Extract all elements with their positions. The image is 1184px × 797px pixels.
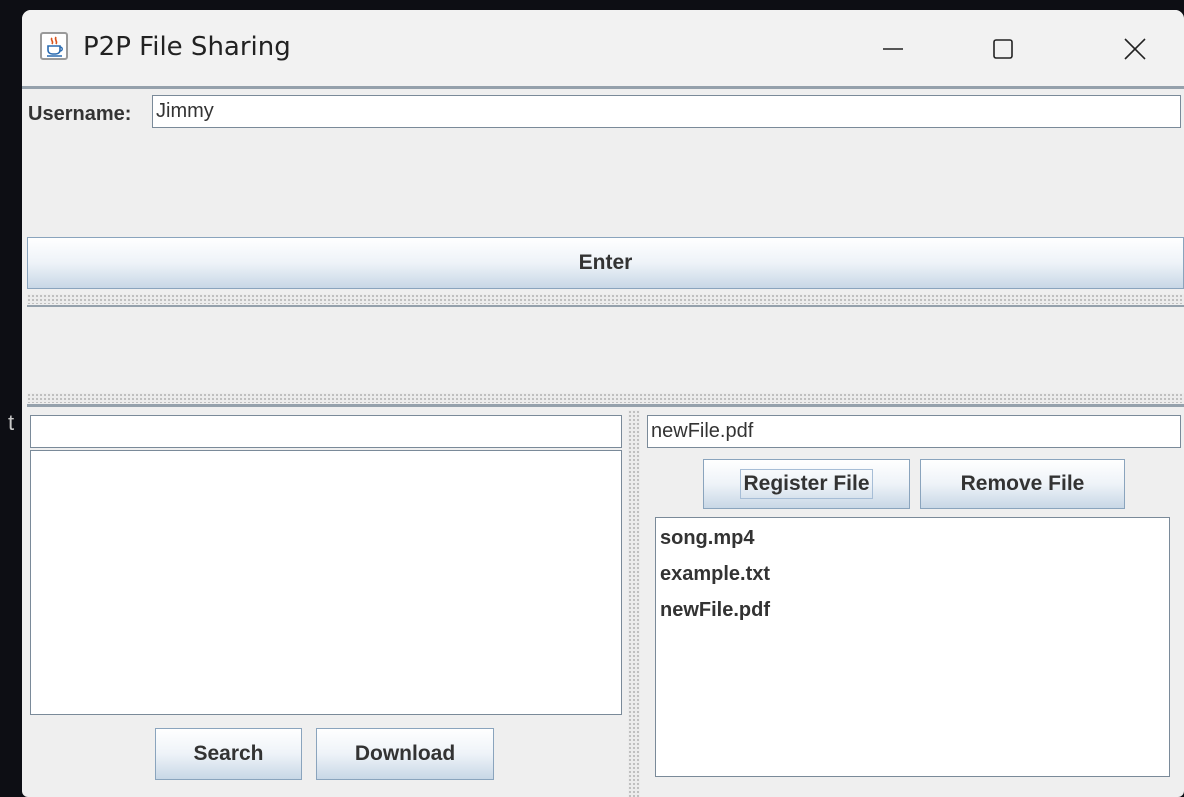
registered-files-list[interactable]: song.mp4 example.txt newFile.pdf [655,517,1170,777]
register-file-button[interactable]: Register File [703,459,910,509]
titlebar-divider [22,86,1184,89]
username-field[interactable]: Jimmy [152,95,1181,128]
app-window: P2P File Sharing Username: Jimmy Enter S… [22,10,1184,797]
list-item[interactable]: example.txt [660,563,770,586]
search-results-list[interactable] [30,450,622,715]
minimize-icon [883,48,903,50]
remove-file-button[interactable]: Remove File [920,459,1125,509]
list-item[interactable]: song.mp4 [660,527,754,550]
search-input[interactable] [30,415,622,448]
search-button[interactable]: Search [155,728,302,780]
file-name-input[interactable]: newFile.pdf [647,415,1181,448]
maximize-button[interactable] [968,24,1038,74]
title-bar[interactable]: P2P File Sharing [22,10,1184,86]
vertical-split-divider[interactable] [628,410,640,797]
split-divider-bottom[interactable] [27,393,1184,403]
register-file-label: Register File [740,469,873,499]
close-button[interactable] [1100,24,1170,74]
minimize-button[interactable] [858,24,928,74]
java-cup-icon [40,32,68,60]
window-title: P2P File Sharing [83,32,291,62]
pane-border [27,404,1184,407]
download-button[interactable]: Download [316,728,494,780]
enter-button[interactable]: Enter [27,237,1184,289]
maximize-icon [993,39,1013,59]
desktop-edge-text: t [8,410,15,435]
split-divider-top[interactable] [27,294,1184,304]
close-icon [1124,38,1146,60]
list-item[interactable]: newFile.pdf [660,599,770,622]
pane-border [27,305,1184,307]
username-label: Username: [28,103,132,125]
